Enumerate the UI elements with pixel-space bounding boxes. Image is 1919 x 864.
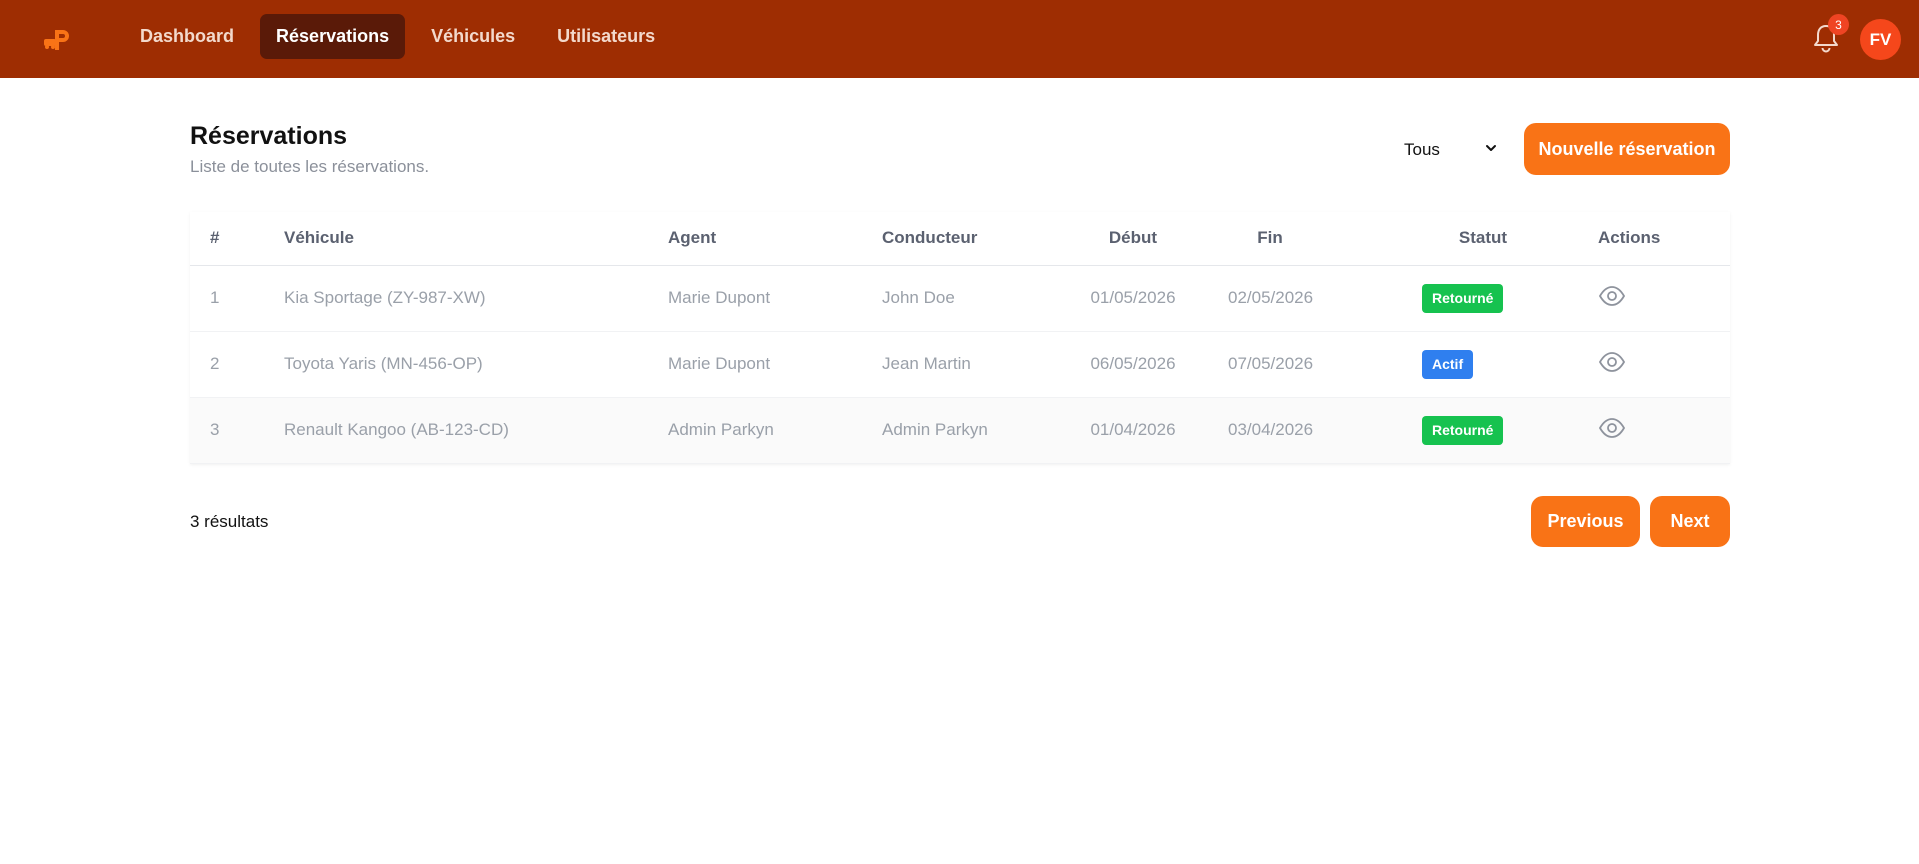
status-badge: Retourné	[1422, 415, 1504, 445]
page-subtitle: Liste de toutes les réservations.	[190, 157, 430, 176]
cell-agent: Admin Parkyn	[668, 397, 882, 464]
status-badge: Retourné	[1422, 283, 1504, 313]
cell-agent: Marie Dupont	[668, 331, 882, 398]
main-nav: Dashboard Réservations Véhicules Utilisa…	[124, 14, 671, 59]
table-row: 3 Renault Kangoo (AB-123-CD) Admin Parky…	[190, 397, 1730, 464]
previous-page-button[interactable]: Previous	[1531, 496, 1640, 547]
parking-car-logo-icon[interactable]	[42, 26, 74, 54]
cell-id: 1	[190, 265, 284, 332]
cell-driver: Jean Martin	[882, 331, 1068, 398]
cell-vehicle: Renault Kangoo (AB-123-CD)	[284, 397, 668, 464]
column-header-end: Fin	[1228, 212, 1412, 266]
reservations-table: # Véhicule Agent Conducteur Début Fin St…	[190, 212, 1730, 464]
cell-actions	[1574, 331, 1730, 398]
column-header-status: Statut	[1412, 212, 1574, 266]
cell-start: 01/04/2026	[1068, 397, 1228, 464]
cell-start: 01/05/2026	[1068, 265, 1228, 332]
cell-agent: Marie Dupont	[668, 265, 882, 332]
page-title: Réservations	[190, 122, 348, 150]
nav-item-vehicules[interactable]: Véhicules	[415, 14, 531, 59]
table-row: 1 Kia Sportage (ZY-987-XW) Marie Dupont …	[190, 265, 1730, 332]
cell-vehicle: Toyota Yaris (MN-456-OP)	[284, 331, 668, 398]
column-header-driver: Conducteur	[882, 212, 1068, 266]
cell-actions	[1574, 397, 1730, 464]
status-filter-value: Tous	[1404, 140, 1440, 159]
column-header-vehicle: Véhicule	[284, 212, 668, 266]
status-badge: Actif	[1422, 349, 1474, 379]
chevron-down-icon	[1484, 140, 1498, 160]
cell-actions	[1574, 265, 1730, 332]
cell-status: Retourné	[1412, 265, 1574, 332]
column-header-start: Début	[1068, 212, 1228, 266]
nav-item-reservations[interactable]: Réservations	[260, 14, 406, 59]
cell-end: 07/05/2026	[1228, 331, 1412, 398]
notification-badge: 3	[1828, 14, 1849, 35]
cell-status: Actif	[1412, 331, 1574, 398]
table-row: 2 Toyota Yaris (MN-456-OP) Marie Dupont …	[190, 331, 1730, 398]
cell-status: Retourné	[1412, 397, 1574, 464]
cell-driver: Admin Parkyn	[882, 397, 1068, 464]
avatar[interactable]: FV	[1860, 19, 1901, 60]
column-header-actions: Actions	[1574, 212, 1730, 266]
cell-vehicle: Kia Sportage (ZY-987-XW)	[284, 265, 668, 332]
table-header-row: # Véhicule Agent Conducteur Début Fin St…	[190, 212, 1730, 266]
column-header-id: #	[190, 212, 284, 266]
view-eye-icon[interactable]	[1598, 285, 1626, 306]
cell-driver: John Doe	[882, 265, 1068, 332]
new-reservation-button[interactable]: Nouvelle réservation	[1524, 123, 1730, 175]
view-eye-icon[interactable]	[1598, 351, 1626, 372]
status-filter-select[interactable]: Tous	[1390, 131, 1510, 169]
cell-end: 02/05/2026	[1228, 265, 1412, 332]
cell-id: 2	[190, 331, 284, 398]
column-header-agent: Agent	[668, 212, 882, 266]
cell-end: 03/04/2026	[1228, 397, 1412, 464]
nav-item-utilisateurs[interactable]: Utilisateurs	[541, 14, 671, 59]
next-page-button[interactable]: Next	[1650, 496, 1730, 547]
top-navbar: Dashboard Réservations Véhicules Utilisa…	[0, 0, 1919, 78]
result-count: 3 résultats	[190, 512, 269, 531]
view-eye-icon[interactable]	[1598, 417, 1626, 438]
cell-id: 3	[190, 397, 284, 464]
cell-start: 06/05/2026	[1068, 331, 1228, 398]
nav-item-dashboard[interactable]: Dashboard	[124, 14, 250, 59]
